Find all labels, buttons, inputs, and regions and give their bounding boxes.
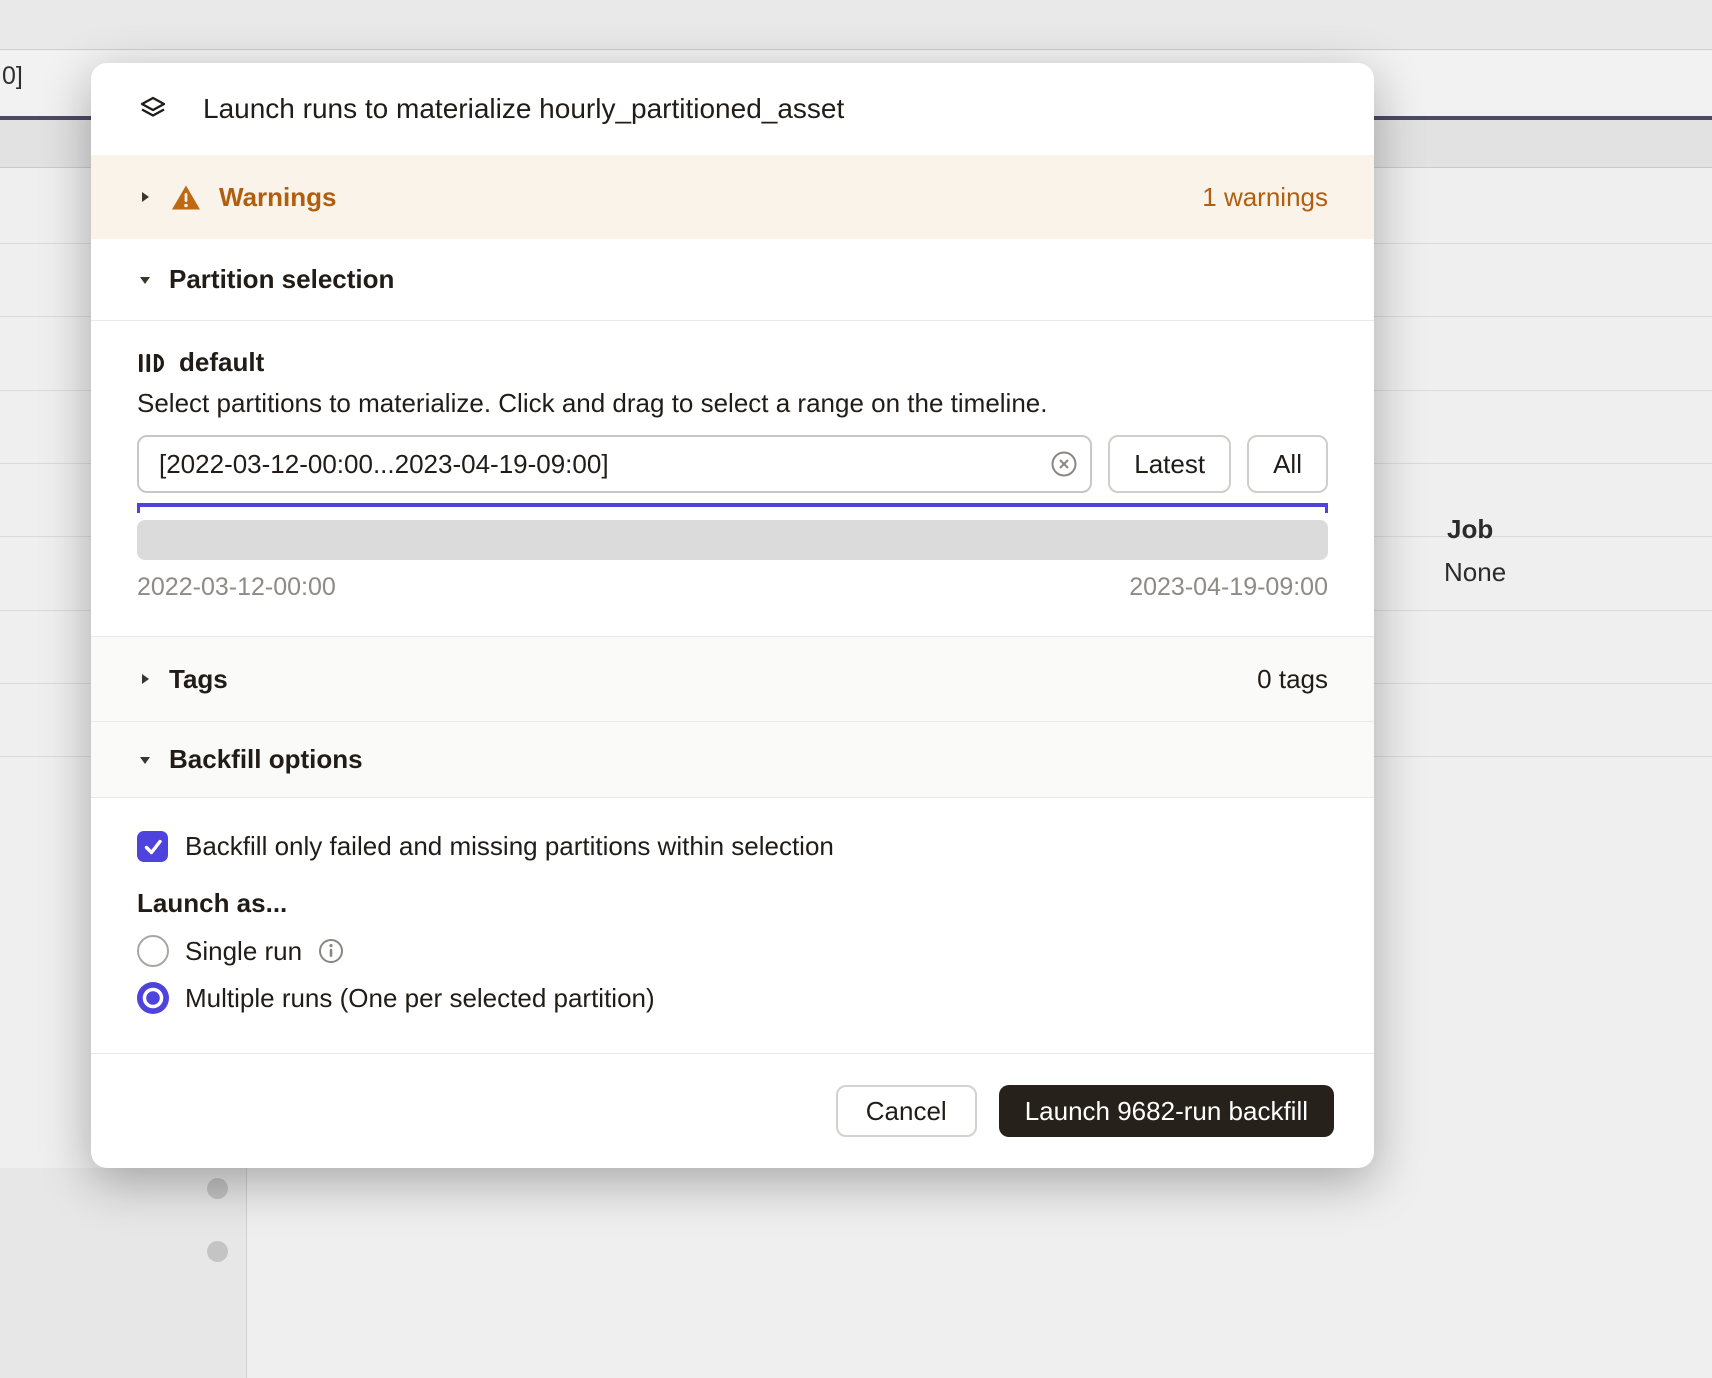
single-run-option[interactable]: Single run xyxy=(137,935,1328,967)
dimension-row: default xyxy=(137,347,1328,378)
multiple-runs-option[interactable]: Multiple runs (One per selected partitio… xyxy=(137,982,1328,1014)
backfill-only-failed-row[interactable]: Backfill only failed and missing partiti… xyxy=(137,831,1328,862)
chevron-down-icon xyxy=(137,752,153,768)
timeline-end-label: 2023-04-19-09:00 xyxy=(1129,573,1328,602)
backfill-options-section-toggle[interactable]: Backfill options xyxy=(91,722,1374,798)
clear-selection-button[interactable] xyxy=(1049,449,1079,479)
launch-backfill-button[interactable]: Launch 9682-run backfill xyxy=(999,1085,1334,1137)
tags-count: 0 tags xyxy=(1257,664,1328,695)
partition-selection-content: default Select partitions to materialize… xyxy=(91,321,1374,636)
partition-range-input-wrap xyxy=(137,435,1092,493)
timeline-date-labels: 2022-03-12-00:00 2023-04-19-09:00 xyxy=(137,573,1328,636)
launch-as-label: Launch as... xyxy=(137,888,1328,919)
backfill-options-content: Backfill only failed and missing partiti… xyxy=(91,798,1374,1053)
dialog-header: Launch runs to materialize hourly_partit… xyxy=(91,63,1374,155)
tags-section-toggle[interactable]: Tags 0 tags xyxy=(91,636,1374,722)
multiple-runs-label[interactable]: Multiple runs (One per selected partitio… xyxy=(185,983,655,1014)
warnings-label: Warnings xyxy=(219,182,336,213)
layers-icon xyxy=(137,93,169,125)
info-circle-icon[interactable] xyxy=(318,938,344,964)
selected-range-indicator xyxy=(137,503,1328,513)
circle-x-icon xyxy=(1049,449,1079,479)
dimension-name: default xyxy=(179,347,264,378)
chevron-down-icon xyxy=(137,272,153,288)
latest-button[interactable]: Latest xyxy=(1108,435,1231,493)
partition-instructions: Select partitions to materialize. Click … xyxy=(137,388,1328,419)
multiple-runs-radio[interactable] xyxy=(137,982,169,1014)
background-job-column-header: Job xyxy=(1447,514,1493,545)
cancel-button[interactable]: Cancel xyxy=(836,1085,977,1137)
background-left-panel xyxy=(0,1168,247,1378)
background-truncated-text: 0] xyxy=(2,62,23,91)
chevron-right-icon xyxy=(137,189,153,205)
partition-input-row: Latest All xyxy=(137,435,1328,493)
spacer xyxy=(137,1029,1328,1053)
partition-selection-label: Partition selection xyxy=(169,264,394,295)
background-status-dot xyxy=(207,1241,228,1262)
warnings-section-toggle[interactable]: Warnings 1 warnings xyxy=(91,155,1374,239)
backfill-only-failed-label[interactable]: Backfill only failed and missing partiti… xyxy=(185,831,834,862)
partition-selection-section-toggle[interactable]: Partition selection xyxy=(91,239,1374,321)
tags-label: Tags xyxy=(169,664,228,695)
chevron-right-icon xyxy=(137,671,153,687)
background-job-column-value: None xyxy=(1444,557,1506,588)
checkmark-icon xyxy=(142,836,164,858)
background-top-bar xyxy=(0,0,1712,50)
warning-triangle-icon xyxy=(171,184,201,211)
partition-timeline[interactable] xyxy=(137,520,1328,560)
dialog-footer: Cancel Launch 9682-run backfill xyxy=(91,1053,1374,1168)
partition-range-input[interactable] xyxy=(137,435,1092,493)
dialog-title: Launch runs to materialize hourly_partit… xyxy=(203,93,844,125)
timeline-start-label: 2022-03-12-00:00 xyxy=(137,573,336,602)
single-run-radio[interactable] xyxy=(137,935,169,967)
warnings-count: 1 warnings xyxy=(1202,182,1328,213)
all-button[interactable]: All xyxy=(1247,435,1328,493)
launch-backfill-dialog: Launch runs to materialize hourly_partit… xyxy=(91,63,1374,1168)
background-status-dot xyxy=(207,1178,228,1199)
backfill-options-label: Backfill options xyxy=(169,744,363,775)
partitions-icon xyxy=(137,349,165,377)
backfill-only-failed-checkbox[interactable] xyxy=(137,831,168,862)
single-run-label[interactable]: Single run xyxy=(185,936,302,967)
